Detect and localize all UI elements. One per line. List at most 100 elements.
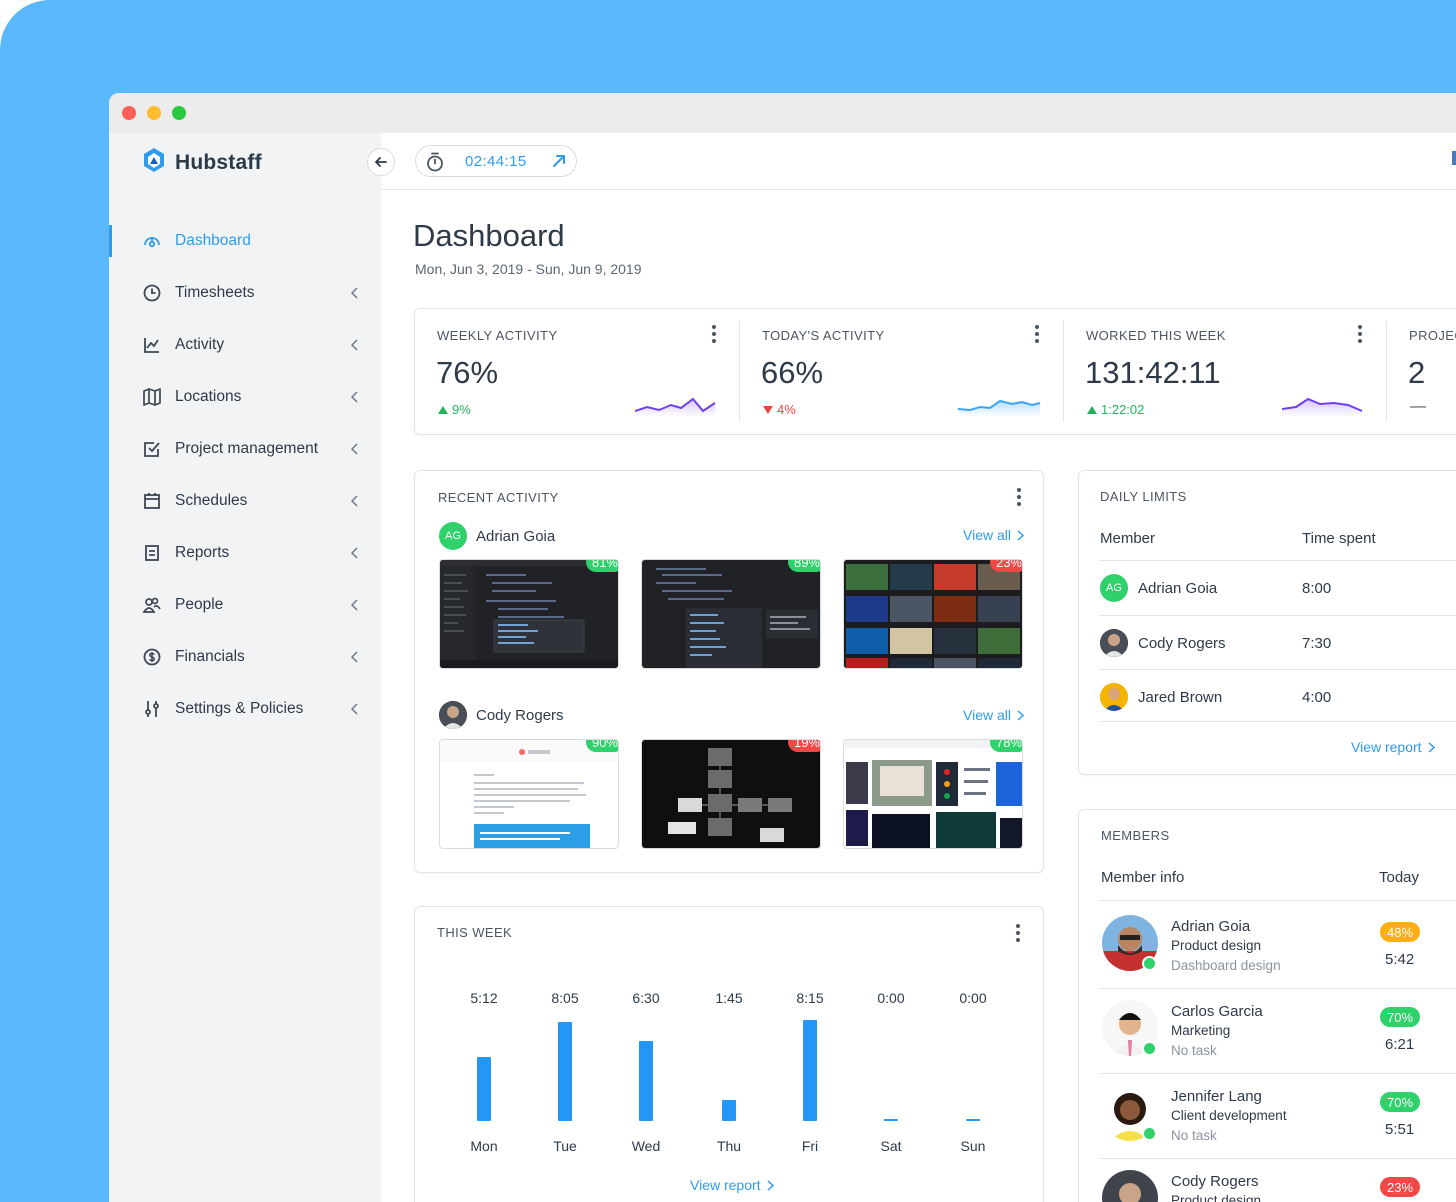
stat-projects: PROJEC 2 — <box>1387 309 1456 434</box>
stat-delta-value: — <box>1410 398 1426 415</box>
member-name: Cody Rogers <box>1171 1173 1259 1190</box>
member-row[interactable]: Cody Rogers Product design 23% <box>1100 1158 1456 1202</box>
stat-value: 2 <box>1408 355 1426 390</box>
calendar-icon <box>142 491 162 511</box>
sidebar-item-locations[interactable]: Locations <box>109 371 381 423</box>
view-all-link[interactable]: View all <box>963 527 1024 543</box>
more-options-icon[interactable] <box>711 325 717 343</box>
more-options-icon[interactable] <box>1016 488 1022 506</box>
close-window-button[interactable] <box>122 106 136 120</box>
time-spent: 8:00 <box>1302 579 1332 597</box>
member-name: Adrian Goia <box>1171 918 1251 935</box>
more-options-icon[interactable] <box>1034 325 1040 343</box>
chart-bar[interactable] <box>884 1119 898 1121</box>
chart-bar[interactable] <box>477 1057 491 1121</box>
sliders-icon <box>142 699 162 719</box>
online-status-indicator <box>1142 956 1157 971</box>
toolbar-edge-icon[interactable] <box>1452 151 1456 165</box>
screenshot-thumbnail[interactable]: 81% <box>439 559 619 669</box>
sidebar-item-settings-policies[interactable]: Settings & Policies <box>109 683 381 735</box>
sidebar-item-label: Financials <box>175 648 245 665</box>
sparkline-worked <box>1282 397 1363 417</box>
sidebar-item-dashboard[interactable]: Dashboard <box>109 215 381 267</box>
online-status-indicator <box>1142 1041 1157 1056</box>
maximize-window-button[interactable] <box>172 106 186 120</box>
sidebar-item-people[interactable]: People <box>109 579 381 631</box>
date-range[interactable]: Mon, Jun 3, 2019 - Sun, Jun 9, 2019 <box>415 261 642 277</box>
sidebar-item-reports[interactable]: Reports <box>109 527 381 579</box>
bar-value-label: 0:00 <box>959 990 987 1006</box>
limits-row[interactable]: AG Adrian Goia 8:00 <box>1100 561 1456 615</box>
activity-pct-badge: 70% <box>1380 1007 1421 1027</box>
stat-value: 76% <box>436 355 499 390</box>
chart-bar[interactable] <box>558 1022 572 1121</box>
hubstaff-logo-icon <box>141 147 167 178</box>
member-row[interactable]: Carlos Garcia Marketing No task 70% 6:21 <box>1100 988 1456 1073</box>
app-window: Hubstaff Dashboard Timesheets Activity Loca… <box>109 93 1456 1202</box>
view-report-label: View report <box>1351 739 1422 755</box>
dashboard-icon <box>142 231 162 251</box>
member-task: No task <box>1171 1128 1217 1143</box>
col-header-member-info[interactable]: Member info <box>1101 869 1184 886</box>
open-external-icon[interactable] <box>552 154 566 168</box>
member-task: No task <box>1171 1043 1217 1058</box>
member-name[interactable]: Adrian Goia <box>476 528 555 545</box>
sidebar-item-label: People <box>175 596 224 613</box>
sidebar-item-project-management[interactable]: Project management <box>109 423 381 475</box>
sidebar: Hubstaff Dashboard Timesheets Activity Loca… <box>109 133 381 1202</box>
limits-row[interactable]: Cody Rogers 7:30 <box>1100 616 1456 670</box>
member-row[interactable]: Adrian Goia Product design Dashboard des… <box>1100 903 1456 988</box>
chart-bar[interactable] <box>639 1041 653 1121</box>
stat-worked-this-week: WORKED THIS WEEK 131:42:11 1:22:02 <box>1064 309 1386 434</box>
limits-row[interactable]: Jared Brown 4:00 <box>1100 670 1456 724</box>
minimize-window-button[interactable] <box>147 106 161 120</box>
x-axis-tick-label: Mon <box>470 1138 498 1154</box>
chevron-left-icon <box>350 650 358 668</box>
activity-pct-badge: 90% <box>585 740 618 752</box>
chevron-left-icon <box>350 598 358 616</box>
view-report-link[interactable]: View report <box>690 1177 774 1193</box>
screenshot-thumbnail[interactable]: 23% <box>843 559 1023 669</box>
sidebar-item-activity[interactable]: Activity <box>109 319 381 371</box>
member-name[interactable]: Cody Rogers <box>476 707 564 724</box>
card-title: RECENT ACTIVITY <box>438 490 559 505</box>
screenshot-thumbnail[interactable]: 90% <box>439 739 619 849</box>
chart-bar[interactable] <box>803 1020 817 1121</box>
stat-delta: 1:22:02 <box>1087 402 1144 417</box>
map-icon <box>142 387 162 407</box>
member-row[interactable]: Jennifer Lang Client development No task… <box>1100 1073 1456 1158</box>
col-header-member[interactable]: Member <box>1100 530 1155 547</box>
screenshot-thumbnail[interactable]: 78% <box>843 739 1023 849</box>
screenshot-thumbnail[interactable]: 89% <box>641 559 821 669</box>
bar-value-label: 8:05 <box>551 990 579 1006</box>
avatar: AG <box>1100 574 1128 602</box>
stat-delta-value: 1:22:02 <box>1101 402 1145 417</box>
sidebar-item-financials[interactable]: Financials <box>109 631 381 683</box>
more-options-icon[interactable] <box>1357 325 1363 343</box>
chart-line-icon <box>142 335 162 355</box>
timer-widget[interactable]: 02:44:15 <box>415 145 577 177</box>
activity-member-row: Cody Rogers <box>439 701 564 729</box>
avatar: AG <box>439 522 467 550</box>
chevron-left-icon <box>350 390 358 408</box>
screenshot-thumbnail[interactable]: 19% <box>641 739 821 849</box>
chart-bar[interactable] <box>966 1119 980 1121</box>
view-report-link[interactable]: View report <box>1351 739 1435 755</box>
sidebar-item-label: Project management <box>175 440 319 457</box>
view-report-label: View report <box>690 1177 761 1193</box>
col-header-today[interactable]: Today <box>1379 869 1419 886</box>
collapse-sidebar-button[interactable] <box>367 148 395 176</box>
col-header-time-spent[interactable]: Time spent <box>1302 530 1376 547</box>
sidebar-item-timesheets[interactable]: Timesheets <box>109 267 381 319</box>
chevron-right-icon <box>767 1179 774 1191</box>
logo[interactable]: Hubstaff <box>141 147 262 178</box>
more-options-icon[interactable] <box>1015 924 1021 942</box>
chevron-left-icon <box>350 702 358 720</box>
timer-value: 02:44:15 <box>465 153 527 170</box>
code-editor-thumbnail <box>440 560 618 668</box>
activity-member-row: AG Adrian Goia <box>439 522 555 550</box>
sidebar-item-schedules[interactable]: Schedules <box>109 475 381 527</box>
x-axis-tick-label: Tue <box>553 1138 577 1154</box>
view-all-link[interactable]: View all <box>963 707 1024 723</box>
chart-bar[interactable] <box>722 1100 736 1121</box>
